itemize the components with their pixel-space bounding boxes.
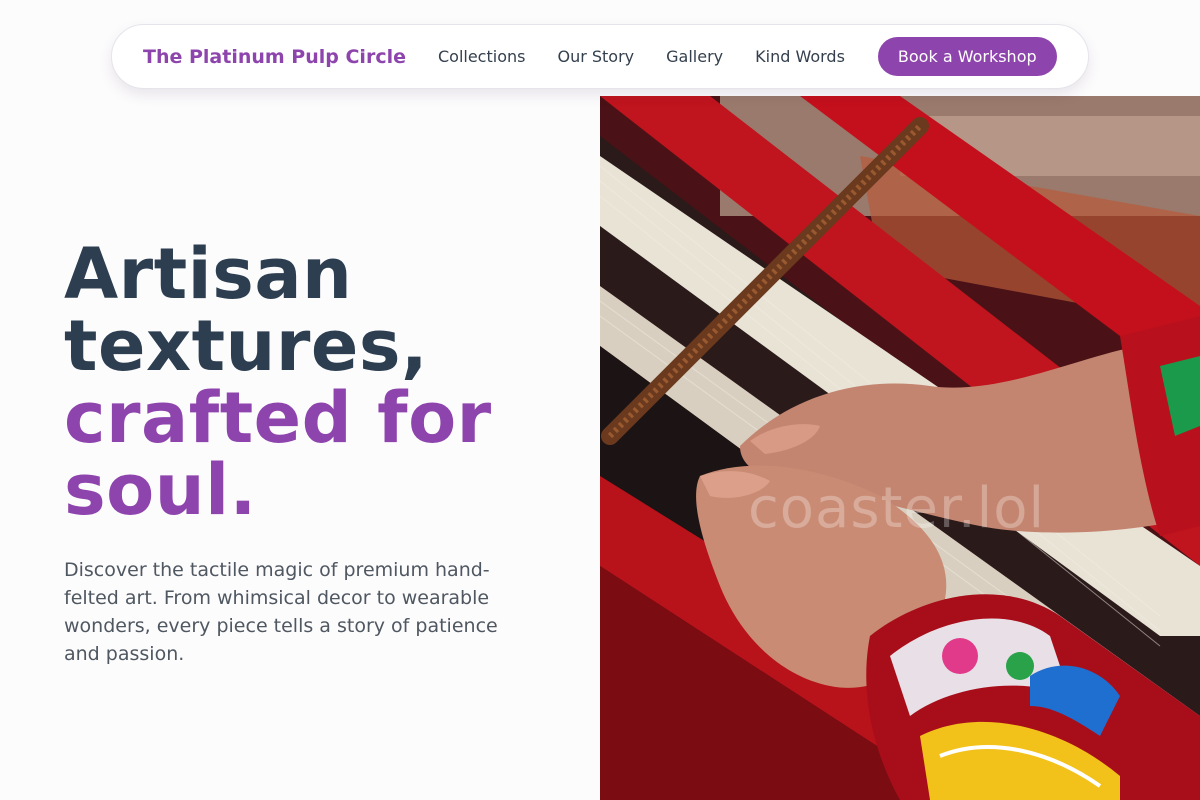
nav-link-gallery[interactable]: Gallery	[666, 47, 723, 66]
nav-link-collections[interactable]: Collections	[438, 47, 525, 66]
brand-logo[interactable]: The Platinum Pulp Circle	[143, 46, 406, 68]
watermark-text: coaster.lol	[748, 476, 1046, 541]
headline-accent-line-1: crafted for	[64, 377, 492, 459]
nav-link-kind-words[interactable]: Kind Words	[755, 47, 845, 66]
nav-link-our-story[interactable]: Our Story	[557, 47, 634, 66]
headline-line-2: textures,	[64, 305, 429, 387]
hero-section: Artisan textures, crafted for soul. Disc…	[64, 238, 564, 668]
top-navigation: The Platinum Pulp Circle Collections Our…	[111, 24, 1089, 89]
headline-line-1: Artisan	[64, 233, 353, 315]
hero-description: Discover the tactile magic of premium ha…	[64, 559, 498, 665]
book-workshop-button[interactable]: Book a Workshop	[877, 37, 1057, 76]
hero-image: coaster.lol	[600, 96, 1200, 800]
hero-headline: Artisan textures, crafted for soul.	[64, 238, 564, 526]
loom-weaving-illustration	[600, 96, 1200, 800]
headline-accent-line-2: soul.	[64, 449, 257, 531]
nav-links: Collections Our Story Gallery Kind Words	[438, 47, 877, 66]
